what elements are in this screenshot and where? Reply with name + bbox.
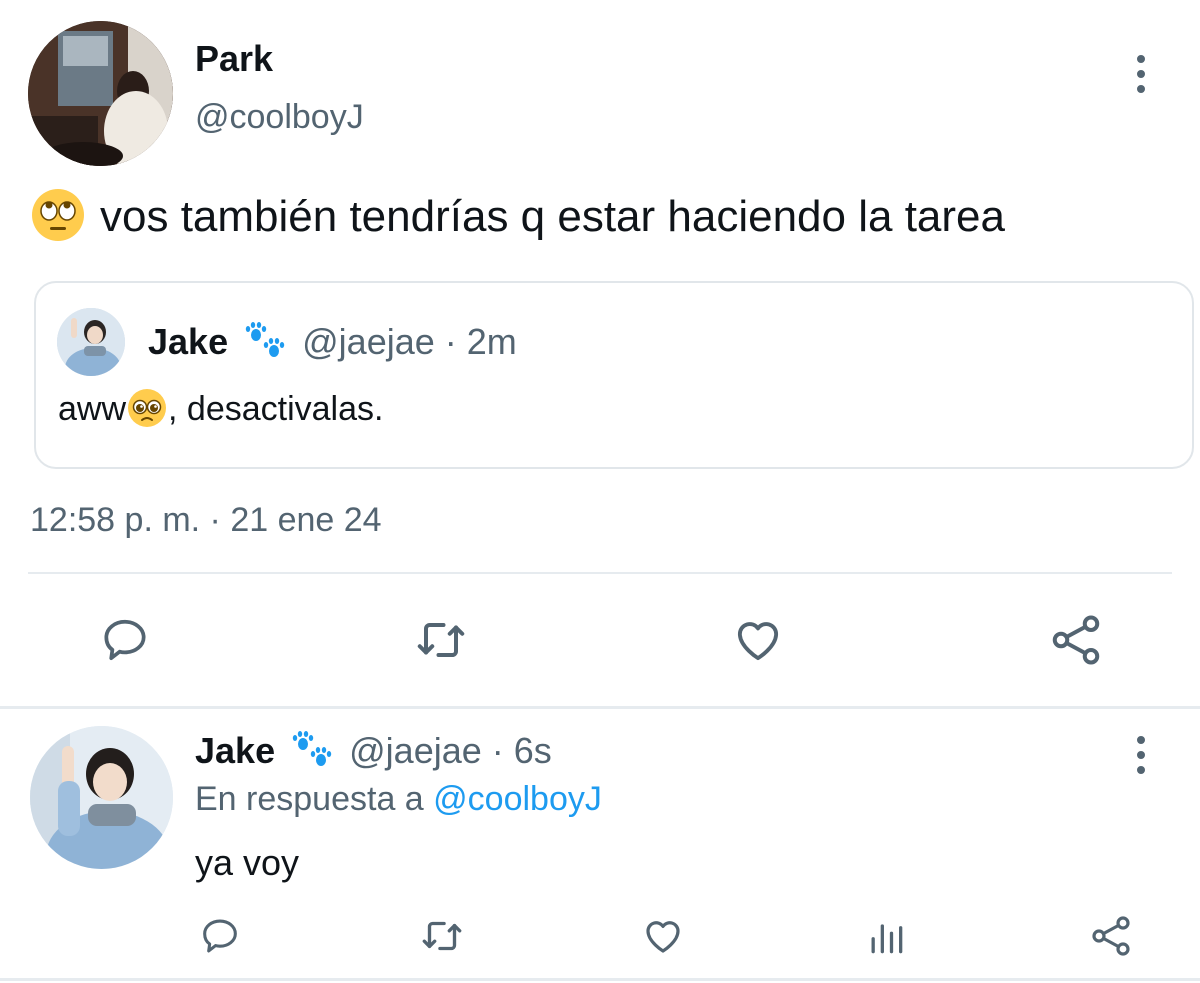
more-options-icon[interactable]: [1137, 55, 1147, 100]
reply-icon[interactable]: [197, 913, 243, 959]
avatar-photo: [28, 21, 173, 166]
reply-icon[interactable]: [97, 612, 153, 668]
reply-more-options-icon[interactable]: [1137, 736, 1147, 781]
reply-author-name[interactable]: Jake: [195, 730, 275, 771]
author-handle[interactable]: @coolboyJ: [195, 98, 364, 137]
share-icon[interactable]: [1087, 912, 1135, 960]
quoted-header: Jake @jaejae · 2m: [148, 321, 517, 363]
share-icon[interactable]: [1046, 610, 1106, 670]
reply-prefix: En respuesta a: [195, 780, 424, 818]
paw-prints-icon: [245, 322, 285, 358]
bottom-divider: [0, 978, 1200, 981]
paw-prints-icon: [292, 731, 332, 767]
tweet-text: vos también tendrías q estar haciendo la…: [100, 192, 1005, 241]
quoted-author-name[interactable]: Jake: [148, 321, 228, 362]
quoted-text-line: aww , desactivalas.: [58, 389, 384, 429]
reply-header: Jake @jaejae · 6s: [195, 730, 552, 772]
quoted-handle-time[interactable]: @jaejae · 2m: [302, 321, 517, 362]
reply-avatar-photo: [30, 726, 173, 869]
quoted-avatar[interactable]: [57, 308, 125, 376]
section-divider: [0, 706, 1200, 709]
pleading-face-emoji: [128, 389, 167, 428]
author-name[interactable]: Park: [195, 38, 273, 80]
reply-handle-time[interactable]: @jaejae · 6s: [349, 730, 552, 771]
quoted-tweet-card[interactable]: [34, 281, 1194, 469]
retweet-icon[interactable]: [411, 610, 471, 670]
views-icon[interactable]: [864, 915, 908, 959]
retweet-icon[interactable]: [417, 911, 467, 961]
avatar[interactable]: [28, 21, 173, 166]
reply-avatar[interactable]: [30, 726, 173, 869]
like-icon[interactable]: [729, 611, 787, 669]
rolling-eyes-emoji: [32, 189, 84, 242]
reply-text: ya voy: [195, 842, 300, 883]
reply-to-link[interactable]: @coolboyJ: [433, 780, 602, 818]
quoted-text-before: aww: [58, 390, 127, 428]
like-icon[interactable]: [639, 912, 687, 960]
divider: [28, 572, 1172, 574]
reply-context: En respuesta a @coolboyJ: [195, 780, 602, 819]
tweet-timestamp[interactable]: 12:58 p. m. · 21 ene 24: [30, 501, 382, 540]
quoted-avatar-photo: [57, 308, 125, 376]
quoted-text-after: , desactivalas.: [168, 390, 384, 428]
tweet-text-line: vos también tendrías q estar haciendo la…: [30, 189, 1005, 243]
